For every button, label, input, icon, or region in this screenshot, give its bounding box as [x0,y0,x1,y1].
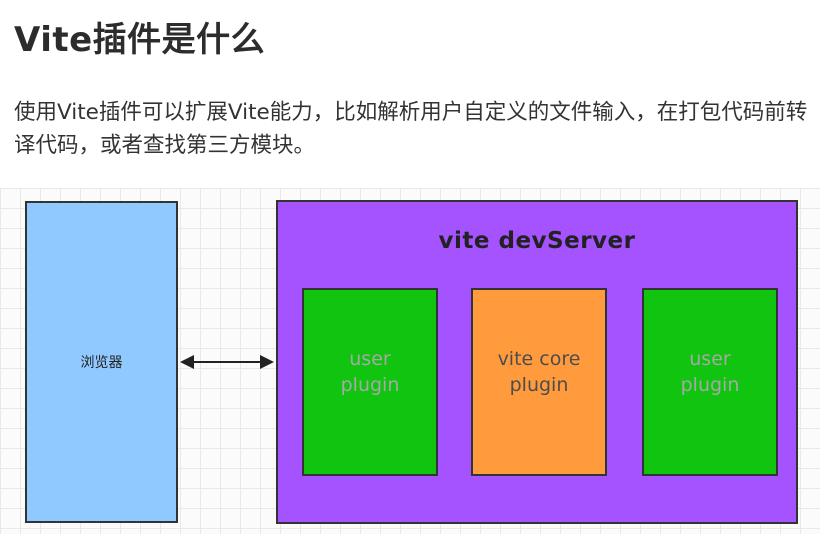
architecture-diagram: 浏览器 vite devServer user plugin vite core… [0,188,820,534]
browser-label: 浏览器 [80,355,123,371]
plugin-label: user plugin [340,348,400,396]
browser-box: 浏览器 [25,201,178,523]
bidirectional-arrow [180,355,274,369]
dev-server-title: vite devServer [438,228,636,254]
dev-server-box: vite devServer user plugin vite core plu… [276,200,798,524]
plugin-label: user plugin [680,348,740,396]
user-plugin-box-left: user plugin [302,288,438,476]
plugin-label: vite core plugin [497,348,581,396]
user-plugin-box-right: user plugin [642,288,778,476]
description-paragraph: 使用Vite插件可以扩展Vite能力，比如解析用户自定义的文件输入，在打包代码前… [14,100,808,158]
page-title: Vite插件是什么 [14,20,266,60]
vite-core-plugin-box: vite core plugin [471,288,607,476]
